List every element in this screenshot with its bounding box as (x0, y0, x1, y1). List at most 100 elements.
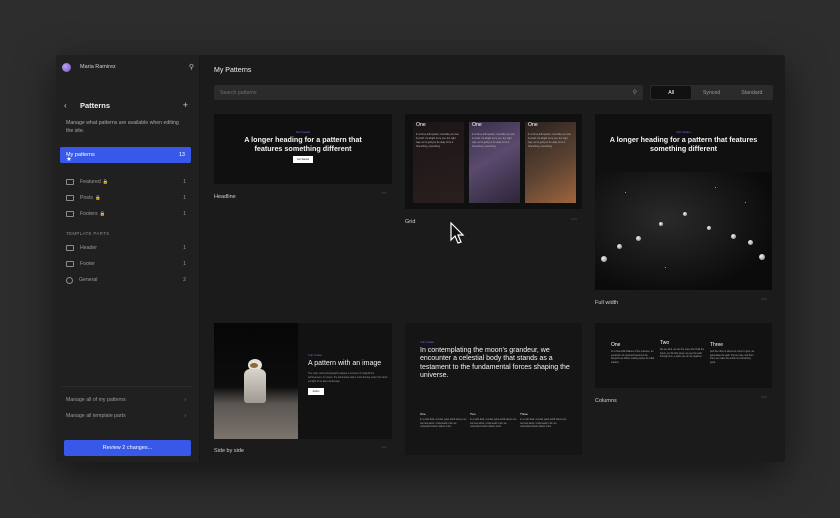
grid-column: One In a three-fold quarter, moonlike yo… (525, 122, 576, 203)
pattern-label: Columns (595, 398, 617, 404)
moon (759, 254, 765, 260)
user-header: Maria Ramirez ⚲ (62, 61, 194, 73)
manage-template-parts-link[interactable]: Manage all template parts › (66, 413, 186, 419)
moon (617, 244, 622, 249)
sidebar-item-label: General (79, 277, 98, 283)
pattern-button: Action (308, 388, 324, 396)
sidebar-header: ‹ Patterns + (64, 100, 188, 110)
astronaut-body (244, 369, 266, 403)
text-column-text: And the other is where we come to give, … (710, 351, 755, 364)
moon-phases-image (595, 172, 772, 290)
more-icon[interactable]: ⋯ (571, 216, 578, 223)
astronaut-image (214, 323, 298, 439)
moon (748, 240, 753, 245)
review-changes-button[interactable]: Review 2 changes... (64, 440, 191, 456)
pattern-card-grid[interactable]: One In a three-fold quarter, moonlike yo… (405, 114, 582, 209)
astronaut-visor (250, 363, 258, 368)
star-dot (625, 192, 626, 193)
pattern-card-full-width[interactable]: Sub header A longer heading for a patter… (595, 114, 772, 290)
sidebar-item-label: Posts (80, 195, 93, 201)
pattern-tag: Sub header (308, 353, 323, 357)
star-dot (715, 187, 716, 188)
app-window: Maria Ramirez ⚲ ‹ Patterns + Manage what… (56, 55, 785, 462)
text-column-title: One (420, 412, 426, 416)
text-column-text: In a calm field, a small, quiet world wh… (420, 419, 467, 429)
sidebar-item-count: 2 (183, 277, 186, 283)
moon (683, 212, 687, 216)
text-column: Two We are kind, we are the ones who bui… (660, 340, 706, 360)
chevron-left-icon[interactable]: ‹ (64, 101, 80, 110)
text-column-text: In a three-fold balance of the universe,… (611, 351, 655, 364)
more-icon[interactable]: ⋯ (381, 444, 388, 451)
text-column-text: In a calm field, a small, quiet world wh… (520, 419, 567, 429)
plus-icon[interactable]: + (183, 100, 188, 110)
folder-icon (66, 195, 74, 201)
sidebar-item-label: Footers (80, 211, 98, 217)
sidebar-item-label: My patterns (66, 152, 95, 158)
text-column-title: Three (520, 412, 528, 416)
chevron-right-icon: › (184, 397, 186, 403)
more-icon[interactable]: ⋯ (761, 394, 768, 401)
more-icon[interactable]: ⋯ (761, 296, 768, 303)
sidebar-item-header[interactable]: Header 1 (66, 243, 186, 253)
sidebar-title: Patterns (80, 100, 111, 110)
sidebar-item-count: 1 (183, 245, 186, 251)
main-content: My Patterns Search patterns ⚲ All Synced… (201, 55, 785, 462)
filter-all[interactable]: All (651, 86, 692, 99)
moon (707, 226, 711, 230)
avatar[interactable] (62, 62, 71, 72)
text-column-title: One (611, 342, 621, 348)
moon (731, 234, 736, 239)
user-name: Maria Ramirez (80, 64, 116, 70)
text-column: One In a three-fold balance of the unive… (611, 342, 657, 365)
pattern-tag: Sub header (420, 340, 435, 344)
layout-icon (66, 261, 74, 267)
pattern-card-side-by-side[interactable]: Sub header A pattern with an image The c… (214, 323, 392, 439)
pattern-card-text-columns[interactable]: Sub header In contemplating the moon's g… (405, 323, 582, 455)
sidebar-item-footer[interactable]: Footer 1 (66, 259, 186, 269)
star-dot (745, 202, 746, 203)
pattern-text: The crisp, silent photographs capture a … (308, 372, 388, 384)
divider (62, 386, 192, 387)
filter-standard[interactable]: Standard (732, 86, 772, 99)
more-icon[interactable]: ⋯ (381, 190, 388, 197)
section-label-template-parts: TEMPLATE PARTS (66, 231, 110, 236)
moon (601, 256, 607, 262)
text-column-text: In a calm field, a small, quiet world wh… (470, 419, 517, 429)
pattern-heading: A longer heading for a pattern that feat… (609, 135, 758, 153)
moon (659, 222, 663, 226)
sidebar-item-general[interactable]: General 2 (66, 275, 186, 285)
text-column-title: Two (470, 412, 476, 416)
pattern-card-headline[interactable]: Sub header A longer heading for a patter… (214, 114, 392, 184)
sidebar-item-count: 1 (183, 179, 186, 185)
pattern-heading: A pattern with an image (308, 360, 382, 367)
sidebar-item-featured[interactable]: Featured 🔒 1 (66, 177, 186, 187)
sidebar-item-my-patterns[interactable]: ★ My patterns 13 (60, 147, 191, 163)
moon (636, 236, 641, 241)
grid-column: One In a three-fold quarter, moonlike yo… (413, 122, 464, 203)
lock-icon: 🔒 (94, 195, 101, 200)
text-column-title: Three (710, 342, 724, 348)
filter-toggle: All Synced Standard (650, 85, 773, 100)
pattern-heading: A longer heading for a pattern that feat… (244, 135, 362, 153)
pattern-card-columns[interactable]: One In a three-fold balance of the unive… (595, 323, 772, 388)
search-icon[interactable]: ⚲ (189, 63, 194, 71)
search-input[interactable]: Search patterns ⚲ (214, 85, 643, 100)
sidebar-item-count: 1 (183, 261, 186, 267)
sidebar-item-label: Footer (80, 261, 95, 267)
pattern-label: Full width (595, 300, 619, 306)
sidebar-item-footers[interactable]: Footers 🔒 1 (66, 209, 186, 219)
text-column: Three And the other is where we come to … (710, 342, 756, 365)
manage-patterns-link[interactable]: Manage all of my patterns › (66, 397, 186, 403)
lock-icon: 🔒 (99, 211, 106, 216)
folder-icon (66, 211, 74, 217)
sidebar-item-label: Featured (80, 179, 101, 185)
search-icon: ⚲ (632, 90, 637, 96)
grid-column-text: In a three-fold quarter, moonlike you ca… (528, 133, 571, 148)
filter-synced[interactable]: Synced (691, 86, 731, 99)
star-icon: ★ (66, 154, 72, 163)
pattern-heading: In contemplating the moon's grandeur, we… (420, 347, 570, 380)
sidebar-item-count: 1 (183, 211, 186, 217)
sidebar-item-posts[interactable]: Posts 🔒 1 (66, 193, 186, 203)
pattern-label: Grid (405, 219, 416, 225)
